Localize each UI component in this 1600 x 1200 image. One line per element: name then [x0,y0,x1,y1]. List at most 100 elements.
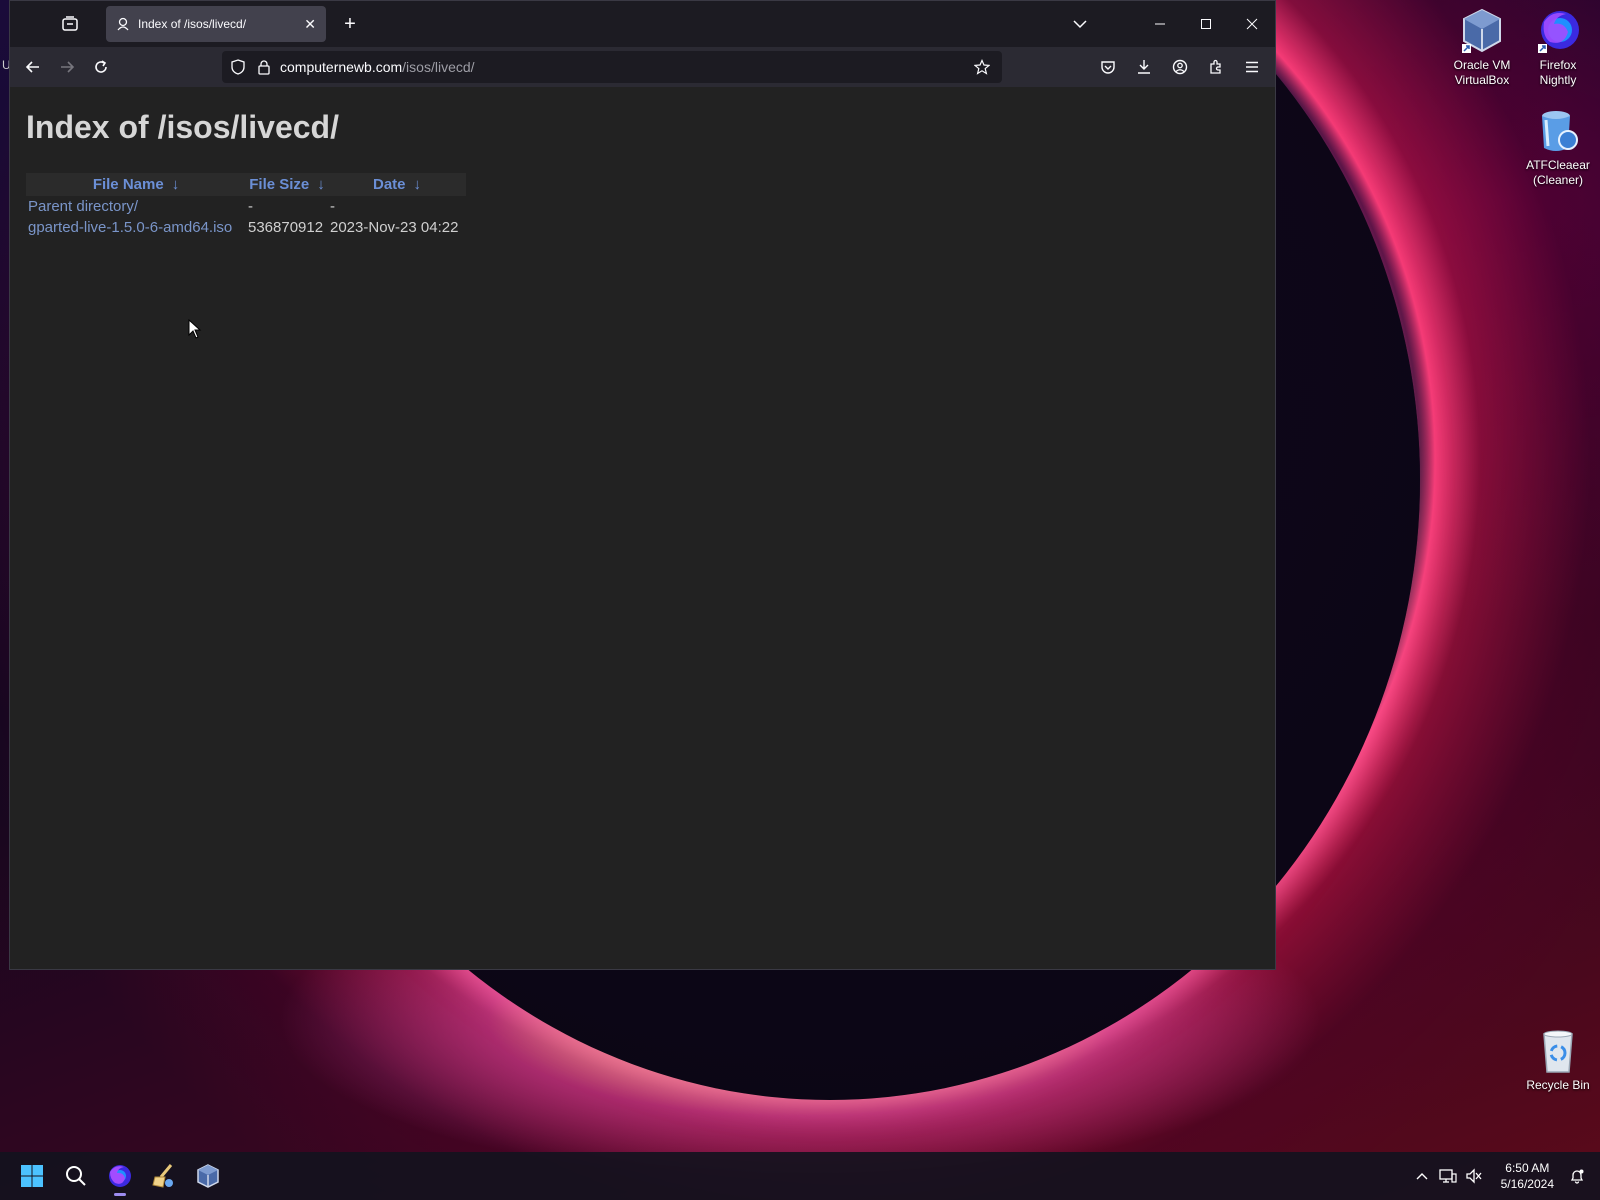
account-icon [1172,59,1188,75]
tab-index-of-livecd[interactable]: Index of /isos/livecd/ ✕ [106,6,326,42]
virtualbox-icon [1460,8,1504,54]
desktop-icon-label: Firefox [1539,58,1577,72]
maximize-icon [1201,19,1211,29]
search-button[interactable] [54,1154,98,1198]
windows-logo-icon [21,1165,43,1187]
network-button[interactable] [1435,1156,1461,1196]
file-date-cell: - [330,198,335,215]
file-date-cell: 2023-Nov-23 04:22 [330,219,459,236]
toolbar-right-group [1089,50,1269,84]
volume-button[interactable] [1461,1156,1487,1196]
forward-button[interactable] [50,50,84,84]
column-header-date[interactable]: Date ↓ [328,173,466,196]
desktop-icon-recycle-bin[interactable]: Recycle Bin [1518,1028,1598,1093]
taskbar-virtualbox[interactable] [186,1154,230,1198]
url-bar[interactable]: computernewb.com/isos/livecd/ [222,51,1002,83]
network-icon [1438,1169,1457,1183]
lock-icon[interactable] [256,59,272,75]
page-content: Index of /isos/livecd/ File Name ↓ File S… [10,87,1275,969]
file-link[interactable]: gparted-live-1.5.0-6-amd64.iso [28,219,232,236]
minimize-icon [1155,23,1165,25]
firefox-nightly-icon [109,1165,131,1187]
extensions-button[interactable] [1199,50,1233,84]
reload-icon [95,60,107,73]
virtualbox-icon [197,1164,219,1188]
parent-directory-link[interactable]: Parent directory/ [28,198,138,215]
close-window-button[interactable] [1229,1,1275,47]
clock-date: 5/16/2024 [1500,1177,1554,1191]
desktop-icon-firefox-nightly[interactable]: Firefox Nightly [1518,8,1598,88]
minimize-button[interactable] [1137,1,1183,47]
star-icon [974,59,990,75]
back-arrow-icon [25,61,39,73]
url-path: /isos/livecd/ [402,59,475,75]
hamburger-menu-icon [1246,61,1258,73]
start-button[interactable] [10,1154,54,1198]
downloads-button[interactable] [1127,50,1161,84]
pocket-icon [1101,61,1115,74]
atf-cleaner-icon [1536,108,1580,154]
broom-icon [152,1164,173,1188]
window-controls [1137,1,1275,47]
desktop-icon-atf-cleaner[interactable]: ATFCleaear (Cleaner) [1518,108,1598,188]
browser-window: Index of /isos/livecd/ ✕ + computernewb.… [9,0,1276,970]
new-tab-button[interactable]: + [332,6,368,42]
mouse-cursor-icon [188,319,202,339]
shield-icon[interactable] [230,59,246,75]
page-favicon-icon [117,17,129,31]
sort-arrow-icon: ↓ [317,176,325,193]
show-hidden-icons-button[interactable] [1409,1156,1435,1196]
back-button[interactable] [16,50,50,84]
search-icon [66,1166,86,1186]
maximize-button[interactable] [1183,1,1229,47]
close-icon [1246,18,1258,30]
recycle-bin-icon [1536,1028,1580,1074]
chevron-up-icon [1416,1173,1428,1180]
desktop-icon-label: Oracle VM [1453,58,1511,72]
plus-icon: + [344,12,356,35]
sort-arrow-icon: ↓ [171,176,180,193]
file-size-cell: - [248,198,253,215]
list-all-tabs-button[interactable] [1065,9,1095,39]
desktop-icon-label: VirtualBox [1454,73,1510,87]
column-header-file-size[interactable]: File Size ↓ [246,173,328,196]
sort-arrow-icon: ↓ [413,176,422,193]
firefox-view-button[interactable] [50,7,90,41]
bookmark-star-button[interactable] [970,55,994,79]
chevron-down-icon [1073,20,1087,29]
column-header-file-name[interactable]: File Name ↓ [26,173,246,196]
tab-title: Index of /isos/livecd/ [138,17,247,31]
taskbar-firefox-nightly[interactable] [98,1154,142,1198]
desktop-icon-virtualbox[interactable]: Oracle VM VirtualBox [1442,8,1522,88]
reload-button[interactable] [84,50,118,84]
browser-titlebar: Index of /isos/livecd/ ✕ + [10,1,1275,47]
desktop-icon-label: (Cleaner) [1532,173,1583,187]
taskbar: 6:50 AM 5/16/2024 [0,1152,1600,1200]
clock[interactable]: 6:50 AM 5/16/2024 [1487,1160,1564,1192]
table-row: Parent directory/ - - [26,196,466,217]
desktop-icon-label: ATFCleaear [1526,158,1590,172]
close-tab-icon[interactable]: ✕ [304,16,316,33]
bell-icon [1570,1169,1584,1184]
pocket-button[interactable] [1091,50,1125,84]
url-host: computernewb.com [280,59,403,75]
account-button[interactable] [1163,50,1197,84]
forward-arrow-icon [61,61,75,73]
taskbar-atf-cleaner[interactable] [142,1154,186,1198]
system-tray: 6:50 AM 5/16/2024 [1409,1152,1600,1200]
app-menu-button[interactable] [1235,50,1269,84]
firefox-view-icon [62,16,78,31]
file-size-cell: 536870912 [248,219,324,236]
file-listing-table: File Name ↓ File Size ↓ Date ↓ Parent direc… [26,173,466,238]
notifications-button[interactable] [1564,1156,1590,1196]
table-row: gparted-live-1.5.0-6-amd64.iso 536870912… [26,217,466,238]
desktop-icon-label: Nightly [1539,73,1577,87]
firefox-nightly-icon [1536,8,1580,54]
file-name-cell: gparted-live-1.5.0-6-amd64.iso [26,217,246,238]
speaker-muted-icon [1465,1168,1482,1184]
table-header-row: File Name ↓ File Size ↓ Date ↓ [26,173,466,196]
desktop-icon-label: Recycle Bin [1526,1078,1590,1092]
file-name-cell: Parent directory/ [26,196,246,217]
navigation-toolbar: computernewb.com/isos/livecd/ [10,47,1275,87]
download-icon [1138,60,1150,74]
